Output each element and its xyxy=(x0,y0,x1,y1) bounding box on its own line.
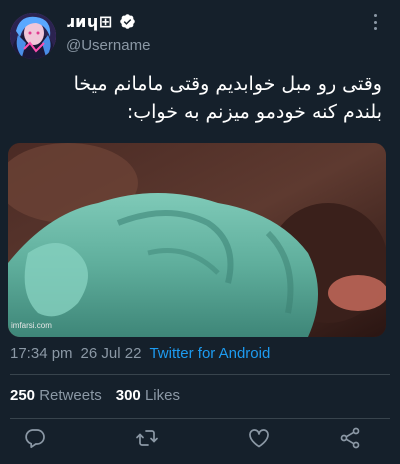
more-dot xyxy=(373,14,377,17)
reply-icon-glyph xyxy=(25,429,45,449)
divider xyxy=(10,418,390,419)
more-options-icon[interactable] xyxy=(368,12,382,32)
display-name[interactable]: ɹᴎɥ⊞ xyxy=(66,12,113,31)
avatar-image xyxy=(10,13,56,59)
likes-count: 300 xyxy=(115,387,141,404)
username[interactable]: @Username xyxy=(66,37,150,54)
heart-icon[interactable] xyxy=(247,426,271,450)
tweet-card: ɹᴎɥ⊞ @Username وقتی رو مبل خوابدیم وقتی … xyxy=(0,0,400,464)
media-photo xyxy=(8,143,386,337)
tweet-text: وقتی رو مبل خوابدیم وقتی مامانم میخا بلن… xyxy=(12,70,382,126)
retweets-count: 250 xyxy=(10,387,36,404)
tweet-text-line: بلندم کنه خودمو میزنم به خواب: xyxy=(126,101,382,123)
tweet-time: 17:34 pm xyxy=(10,345,73,362)
tweet-text-line: وقتی رو مبل خوابدیم وقتی مامانم میخا xyxy=(73,73,382,95)
share-icon-glyph xyxy=(340,427,360,449)
likes-label: Likes xyxy=(144,387,180,404)
tweet-date: 26 Jul 22 xyxy=(80,345,142,362)
share-icon[interactable] xyxy=(338,426,362,450)
more-dot xyxy=(373,20,377,24)
tweet-media-image[interactable]: imfarsi.com xyxy=(8,143,386,337)
retweet-icon-glyph xyxy=(136,430,158,446)
retweets-label: Retweets xyxy=(39,387,102,404)
tweet-source-link[interactable]: Twitter for Android xyxy=(149,345,270,362)
tweet-meta: 17:34 pm 26 Jul 22 Twitter for Android xyxy=(10,345,270,362)
media-watermark: imfarsi.com xyxy=(11,321,52,330)
heart-icon-glyph xyxy=(249,429,269,448)
retweets-stat[interactable]: 250 Retweets xyxy=(10,387,102,404)
divider xyxy=(10,374,390,375)
avatar[interactable] xyxy=(10,13,56,59)
action-bar xyxy=(0,426,400,454)
author-name-row[interactable]: ɹᴎɥ⊞ xyxy=(66,12,136,31)
tweet-stats: 250 Retweets 300 Likes xyxy=(10,387,180,404)
reply-icon[interactable] xyxy=(23,426,47,450)
verified-badge-icon xyxy=(119,14,135,29)
likes-stat[interactable]: 300 Likes xyxy=(116,387,180,404)
more-dot xyxy=(373,27,377,30)
retweet-icon[interactable] xyxy=(135,426,159,450)
